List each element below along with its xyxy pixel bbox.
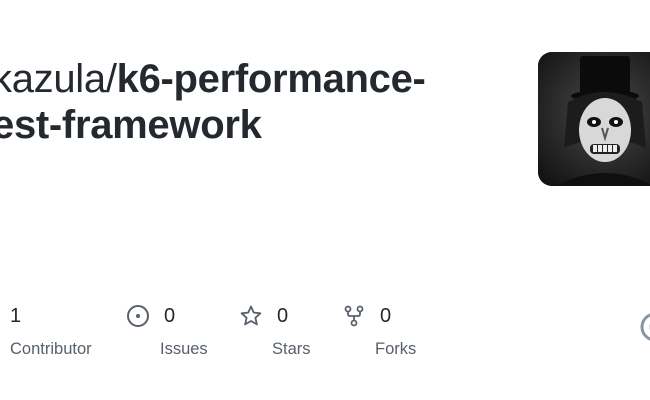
forks-count: 0: [380, 304, 392, 327]
repo-owner[interactable]: kazula/: [0, 57, 117, 101]
forks-label: Forks: [375, 340, 417, 358]
star-icon: [239, 304, 263, 328]
repo-title[interactable]: kazula/k6-performance- est-framework: [0, 56, 492, 148]
github-logo-icon: [640, 312, 650, 342]
issues-label: Issues: [160, 340, 208, 358]
stat-forks[interactable]: 0 Forks: [342, 300, 416, 359]
repo-social-card: kazula/k6-performance- est-framework 1 C…: [0, 0, 650, 400]
contributors-label: Contributor: [10, 340, 92, 358]
stat-contributors[interactable]: 1 Contributor: [10, 300, 92, 359]
avatar-image: [538, 52, 650, 186]
stat-issues[interactable]: 0 Issues: [126, 300, 208, 359]
repo-name-line2[interactable]: est-framework: [0, 103, 262, 147]
owner-avatar: [538, 52, 650, 186]
stars-label: Stars: [272, 340, 311, 358]
issues-count: 0: [164, 304, 176, 327]
fork-icon: [342, 304, 366, 328]
issue-opened-icon: [126, 304, 150, 328]
stars-count: 0: [277, 304, 289, 327]
stat-stars[interactable]: 0 Stars: [239, 300, 311, 359]
repo-name-line1[interactable]: k6-performance-: [117, 57, 426, 101]
contributors-count: 1: [10, 304, 22, 327]
